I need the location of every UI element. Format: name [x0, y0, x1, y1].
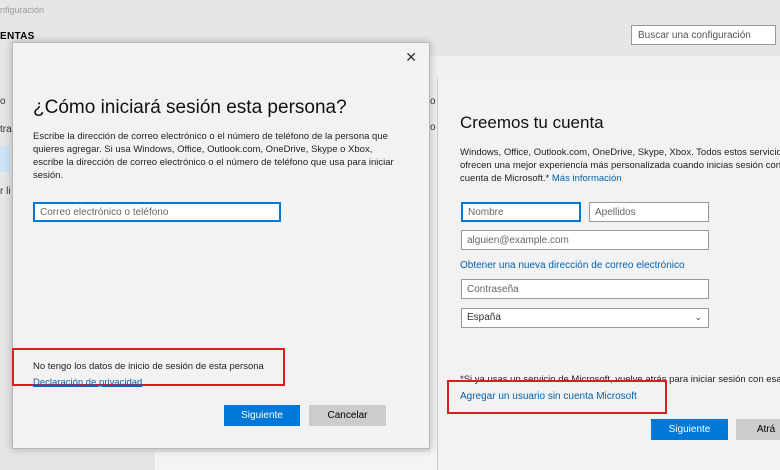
country-select[interactable]: España ⌄	[461, 308, 709, 328]
main-pane-fragment: o	[430, 96, 436, 107]
create-account-title: Creemos tu cuenta	[460, 113, 604, 132]
sign-in-dialog: ✕ ¿Cómo iniciará sesión esta persona? Es…	[12, 42, 430, 449]
main-pane-fragment: o	[430, 122, 436, 133]
privacy-statement-link[interactable]: Declaración de privacidad	[33, 377, 142, 388]
dialog-description: Escribe la dirección de correo electróni…	[33, 131, 394, 181]
country-value: España	[467, 312, 501, 323]
dialog-title: ¿Cómo iniciará sesión esta persona?	[33, 97, 347, 118]
create-account-description: Windows, Office, Outlook.com, OneDrive, …	[460, 146, 780, 185]
settings-search-placeholder: Buscar una configuración	[638, 30, 751, 41]
settings-window-title: nfiguración	[0, 5, 45, 15]
email-or-phone-input[interactable]	[33, 202, 281, 222]
add-user-without-account-link[interactable]: Agregar un usuario sin cuenta Microsoft	[460, 391, 637, 402]
chevron-down-icon: ⌄	[694, 312, 702, 322]
nav-item-fragment[interactable]: r li	[0, 186, 11, 197]
nav-item-selected[interactable]	[0, 146, 10, 172]
more-info-link[interactable]: Más información	[552, 173, 622, 184]
create-account-dialog: Creemos tu cuenta Windows, Office, Outlo…	[437, 78, 780, 470]
next-button[interactable]: Siguiente	[224, 405, 300, 426]
settings-section-heading: ENTAS	[0, 31, 35, 42]
next-button[interactable]: Siguiente	[651, 419, 728, 440]
description-line-text: cuenta de Microsoft.*	[460, 173, 550, 184]
nav-item-fragment[interactable]: tra	[0, 124, 12, 135]
password-input[interactable]	[461, 279, 709, 299]
close-icon[interactable]: ✕	[405, 49, 417, 66]
cancel-button[interactable]: Cancelar	[309, 405, 386, 426]
email-input[interactable]	[461, 230, 709, 250]
settings-search-box[interactable]: Buscar una configuración	[631, 25, 776, 45]
description-line: cuenta de Microsoft.* Más información	[460, 172, 780, 185]
description-line: ofrecen una mejor experiencia más person…	[460, 160, 780, 171]
get-new-email-link[interactable]: Obtener una nueva dirección de correo el…	[460, 260, 685, 271]
last-name-input[interactable]	[589, 202, 709, 222]
nav-item-fragment[interactable]: o	[0, 96, 6, 107]
first-name-input[interactable]	[461, 202, 581, 222]
description-line: Windows, Office, Outlook.com, OneDrive, …	[460, 147, 780, 158]
back-button[interactable]: Atrá	[736, 419, 780, 440]
no-sign-in-info-link[interactable]: No tengo los datos de inicio de sesión d…	[33, 361, 264, 372]
